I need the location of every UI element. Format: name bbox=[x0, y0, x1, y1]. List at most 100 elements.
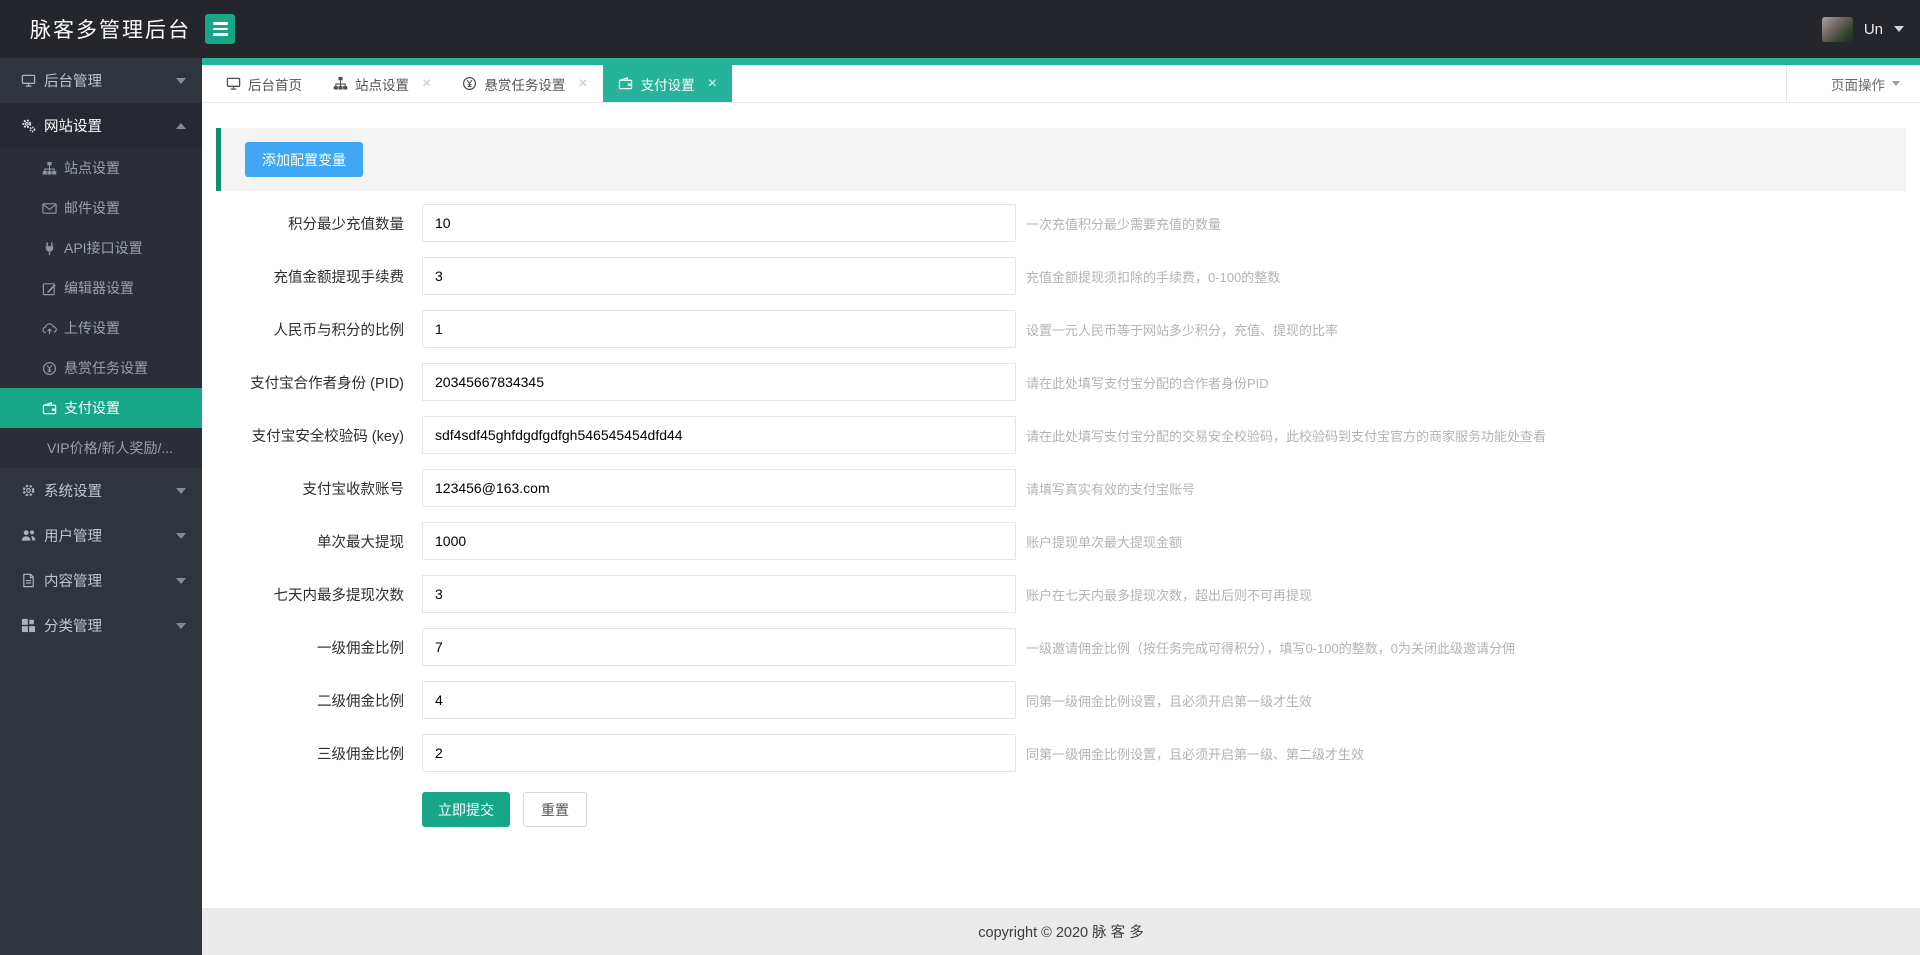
page-actions-dropdown[interactable]: 页面操作 bbox=[1786, 65, 1920, 103]
tab[interactable]: 站点设置 × bbox=[317, 65, 446, 102]
tab-label: 支付设置 bbox=[640, 77, 695, 93]
chevron-down-icon bbox=[176, 77, 186, 84]
sidebar-subitem[interactable]: 支付设置 bbox=[0, 388, 202, 428]
add-config-variable-button[interactable]: 添加配置变量 bbox=[245, 142, 363, 177]
field-input[interactable] bbox=[422, 628, 1016, 666]
reset-button[interactable]: 重置 bbox=[523, 792, 587, 827]
field-input[interactable] bbox=[422, 310, 1016, 348]
cloud-upload-icon bbox=[41, 320, 58, 336]
desktop-icon bbox=[225, 76, 241, 92]
sidebar-subitem[interactable]: 邮件设置 bbox=[0, 188, 202, 228]
sidebar-subitem-label: 悬赏任务设置 bbox=[64, 360, 148, 376]
footer: copyright © 2020 脉 客 多 bbox=[202, 908, 1920, 955]
form-row: 人民币与积分的比例 设置一元人民币等于网站多少积分，充值、提现的比率 bbox=[216, 310, 1906, 348]
field-label: 充值金额提现手续费 bbox=[273, 269, 405, 286]
tab[interactable]: 后台首页 bbox=[210, 65, 317, 102]
field-label: 支付宝收款账号 bbox=[302, 481, 405, 498]
sidebar-subitem[interactable]: 站点设置 bbox=[0, 148, 202, 188]
chevron-down-icon bbox=[1892, 81, 1900, 86]
field-input[interactable] bbox=[422, 416, 1016, 454]
sidebar-item[interactable]: 系统设置 bbox=[0, 468, 202, 513]
tab-bar: 后台首页 站点设置 × 悬赏任务设置 × 支付设置 × bbox=[202, 65, 1786, 103]
sidebar-item-label: 用户管理 bbox=[44, 529, 102, 545]
field-input[interactable] bbox=[422, 204, 1016, 242]
submit-button[interactable]: 立即提交 bbox=[422, 792, 510, 827]
sidebar-subitem-label: VIP价格/新人奖励/... bbox=[47, 440, 174, 456]
field-input[interactable] bbox=[422, 681, 1016, 719]
sidebar-item-label: 内容管理 bbox=[44, 574, 102, 590]
user-name: Un bbox=[1863, 20, 1883, 38]
field-label: 三级佣金比例 bbox=[317, 746, 404, 763]
field-hint: 同第一级佣金比例设置，且必须开启第一级才生效 bbox=[1026, 693, 1313, 709]
field-input[interactable] bbox=[422, 363, 1016, 401]
menu-toggle-button[interactable] bbox=[205, 14, 235, 44]
copyright-text: copyright © 2020 脉 客 多 bbox=[978, 925, 1144, 941]
sidebar-item[interactable]: 网站设置 bbox=[0, 103, 202, 148]
wallet-icon bbox=[618, 76, 634, 92]
sidebar-subitem-label: 编辑器设置 bbox=[64, 280, 134, 296]
chevron-down-icon bbox=[176, 487, 186, 494]
sitemap-icon bbox=[41, 160, 58, 176]
sidebar-subitem-label: 上传设置 bbox=[64, 320, 120, 336]
field-hint: 同第一级佣金比例设置，且必须开启第一级、第二级才生效 bbox=[1026, 746, 1365, 762]
chevron-down-icon bbox=[176, 532, 186, 539]
tab-list: 后台首页 站点设置 × 悬赏任务设置 × 支付设置 × bbox=[210, 65, 733, 102]
form-row: 积分最少充值数量 一次充值积分最少需要充值的数量 bbox=[216, 204, 1906, 242]
chevron-up-icon bbox=[176, 122, 186, 129]
field-input[interactable] bbox=[422, 734, 1016, 772]
field-hint: 请在此处填写支付宝分配的交易安全校验码，此校验码到支付宝官方的商家服务功能处查看 bbox=[1026, 428, 1547, 444]
users-icon bbox=[20, 528, 37, 544]
sidebar-subitem[interactable]: 上传设置 bbox=[0, 308, 202, 348]
chevron-down-icon bbox=[176, 622, 186, 629]
close-icon[interactable]: × bbox=[422, 75, 431, 92]
sidebar-subitem[interactable]: 编辑器设置 bbox=[0, 268, 202, 308]
tab[interactable]: 支付设置 × bbox=[602, 65, 733, 102]
sidebar-item[interactable]: 内容管理 bbox=[0, 558, 202, 603]
field-label: 积分最少充值数量 bbox=[288, 216, 404, 233]
form-row: 七天内最多提现次数 账户在七天内最多提现次数，超出后则不可再提现 bbox=[216, 575, 1906, 613]
field-input[interactable] bbox=[422, 469, 1016, 507]
sidebar-nav: 后台管理网站设置站点设置 邮件设置 API接口设置 编辑器设置上传设置悬赏任务设置支付… bbox=[0, 58, 202, 648]
tab-label: 后台首页 bbox=[248, 77, 302, 93]
toolbar-banner: 添加配置变量 bbox=[216, 128, 1906, 191]
sidebar-item[interactable]: 用户管理 bbox=[0, 513, 202, 558]
hamburger-icon bbox=[212, 22, 228, 25]
yen-circle-icon bbox=[41, 360, 58, 376]
plug-icon bbox=[41, 240, 58, 256]
field-hint: 一次充值积分最少需要充值的数量 bbox=[1026, 216, 1222, 232]
sitemap-icon bbox=[332, 76, 348, 92]
sidebar-item[interactable]: 分类管理 bbox=[0, 603, 202, 648]
close-icon[interactable]: × bbox=[708, 75, 717, 92]
sidebar-subitem-label: API接口设置 bbox=[64, 240, 143, 256]
close-icon[interactable]: × bbox=[578, 75, 587, 92]
sidebar-item[interactable]: 后台管理 bbox=[0, 58, 202, 103]
form-row: 支付宝合作者身份 (PID) 请在此处填写支付宝分配的合作者身份PID bbox=[216, 363, 1906, 401]
form-row: 三级佣金比例 同第一级佣金比例设置，且必须开启第一级、第二级才生效 bbox=[216, 734, 1906, 772]
form-row: 一级佣金比例 一级邀请佣金比例（按任务完成可得积分），填写0-100的整数，0为关… bbox=[216, 628, 1906, 666]
payment-settings-form: 积分最少充值数量 一次充值积分最少需要充值的数量充值金额提现手续费 充值金额提现须扣… bbox=[216, 204, 1906, 827]
user-menu[interactable]: Un bbox=[1821, 0, 1904, 58]
sidebar-subitem[interactable]: VIP价格/新人奖励/... bbox=[0, 428, 202, 468]
yen-circle-icon bbox=[461, 76, 477, 92]
field-hint: 请在此处填写支付宝分配的合作者身份PID bbox=[1026, 375, 1269, 391]
banner-accent-bar bbox=[216, 128, 221, 191]
desktop-icon bbox=[20, 73, 37, 89]
field-label: 支付宝合作者身份 (PID) bbox=[250, 375, 404, 392]
sidebar-item-label: 网站设置 bbox=[44, 119, 102, 135]
avatar[interactable] bbox=[1821, 16, 1853, 42]
field-label: 一级佣金比例 bbox=[317, 640, 404, 657]
tab-label: 悬赏任务设置 bbox=[484, 77, 566, 93]
field-hint: 设置一元人民币等于网站多少积分，充值、提现的比率 bbox=[1026, 322, 1339, 338]
tab[interactable]: 悬赏任务设置 × bbox=[446, 65, 602, 102]
field-hint: 充值金额提现须扣除的手续费，0-100的整数 bbox=[1026, 269, 1281, 285]
file-icon bbox=[20, 573, 37, 589]
chevron-down-icon bbox=[176, 577, 186, 584]
sidebar-subitem[interactable]: API接口设置 bbox=[0, 228, 202, 268]
main-content: 后台首页 站点设置 × 悬赏任务设置 × 支付设置 × 页面操作 添加配置变量 积分最少充值… bbox=[202, 58, 1920, 955]
field-input[interactable] bbox=[422, 575, 1016, 613]
tab-label: 站点设置 bbox=[355, 77, 409, 93]
field-input[interactable] bbox=[422, 522, 1016, 560]
sidebar-subitem[interactable]: 悬赏任务设置 bbox=[0, 348, 202, 388]
sidebar: 后台管理网站设置站点设置 邮件设置 API接口设置 编辑器设置上传设置悬赏任务设置支付… bbox=[0, 58, 202, 955]
field-input[interactable] bbox=[422, 257, 1016, 295]
